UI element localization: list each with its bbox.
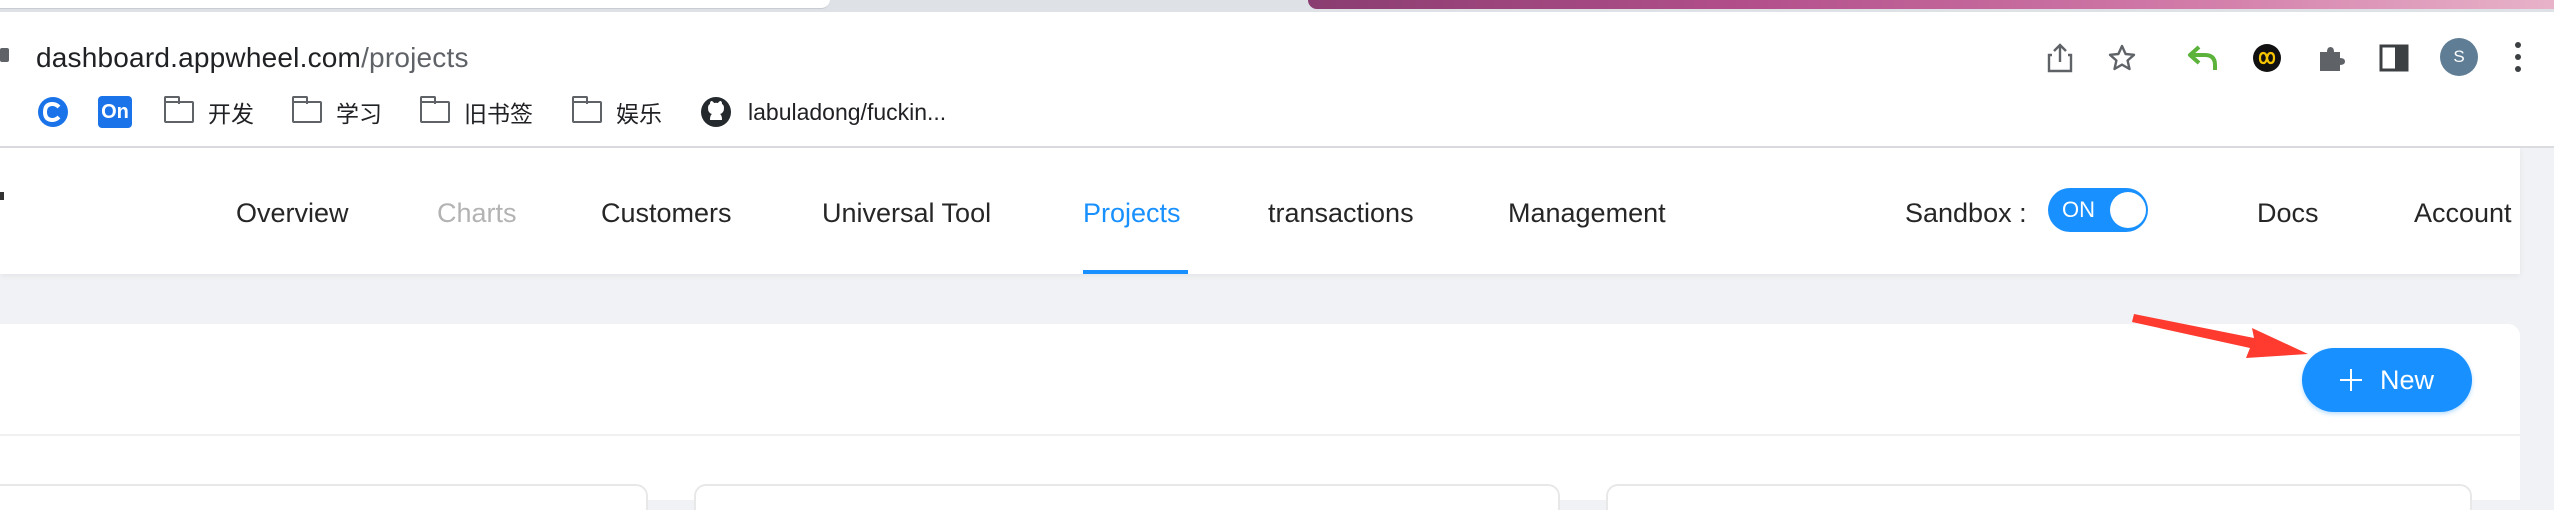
bookmark-folder-fun[interactable]: 娱乐	[572, 94, 662, 130]
nav-management[interactable]: Management	[1508, 198, 1666, 229]
new-button-label: New	[2379, 364, 2434, 395]
app-logo[interactable]	[0, 192, 4, 200]
star-icon[interactable]	[2102, 38, 2142, 78]
on-logo-icon: On	[98, 96, 132, 128]
lock-icon[interactable]	[0, 48, 9, 62]
bookmark-label: 娱乐	[616, 101, 662, 127]
nav-transactions[interactable]: transactions	[1268, 198, 1414, 229]
active-tab-indicator	[1083, 270, 1188, 274]
annotation-arrow-icon	[2132, 314, 2308, 358]
bookmark-label: 旧书签	[464, 101, 533, 127]
nav-charts[interactable]: Charts	[437, 198, 517, 229]
bookmark-on[interactable]: On	[98, 94, 132, 130]
project-card[interactable]	[0, 484, 648, 510]
undo-extension-icon[interactable]	[2183, 38, 2223, 78]
browser-tab[interactable]	[0, 0, 830, 9]
card-divider	[0, 434, 2520, 436]
browser-tab-colored[interactable]	[1308, 0, 2554, 9]
toggle-knob	[2110, 192, 2146, 228]
folder-icon	[164, 96, 194, 123]
side-panel-icon[interactable]	[2374, 38, 2414, 78]
url-domain: dashboard.appwheel.com	[36, 42, 362, 73]
project-card[interactable]	[1606, 484, 2472, 510]
project-card[interactable]	[694, 484, 1560, 510]
bookmark-folder-old[interactable]: 旧书签	[420, 94, 533, 130]
bookmark-label: labuladong/fuckin...	[748, 98, 947, 125]
bookmark-folder-dev[interactable]: 开发	[164, 94, 254, 130]
url-field[interactable]: dashboard.appwheel.com/projects	[36, 42, 469, 74]
bookmark-label: 学习	[336, 101, 382, 127]
nav-overview[interactable]: Overview	[236, 198, 349, 229]
github-icon	[701, 97, 731, 127]
profile-avatar[interactable]: S	[2440, 38, 2478, 76]
account-link[interactable]: Account	[2414, 198, 2512, 229]
nav-projects[interactable]: Projects	[1083, 198, 1181, 229]
plus-icon	[2339, 369, 2362, 391]
extensions-puzzle-icon[interactable]	[2311, 38, 2351, 78]
toggle-state-label: ON	[2062, 197, 2095, 222]
nav-customers[interactable]: Customers	[601, 198, 732, 229]
bookmark-github[interactable]: labuladong/fuckin...	[700, 94, 946, 130]
bookmark-c-icon[interactable]	[36, 94, 70, 130]
folder-icon	[292, 96, 322, 123]
bookmark-label: 开发	[208, 101, 254, 127]
browser-tab-strip	[0, 0, 2554, 12]
bookmark-partial-icon[interactable]	[0, 94, 6, 130]
infinity-extension-icon[interactable]	[2247, 38, 2287, 78]
nav-universal-tool[interactable]: Universal Tool	[822, 198, 991, 229]
bookmark-folder-study[interactable]: 学习	[292, 94, 382, 130]
more-menu-icon[interactable]	[2514, 42, 2522, 72]
sandbox-toggle[interactable]: ON	[2048, 188, 2148, 232]
folder-icon	[420, 96, 450, 123]
share-icon[interactable]	[2040, 38, 2080, 78]
browser-address-bar: dashboard.appwheel.com/projects S	[0, 12, 2554, 80]
new-project-button[interactable]: New	[2302, 348, 2472, 412]
docs-link[interactable]: Docs	[2257, 198, 2319, 229]
app-header: Overview Charts Customers Universal Tool…	[0, 148, 2554, 276]
url-path: /projects	[361, 42, 469, 73]
bookmarks-bar: On 开发 学习 旧书签 娱乐 labuladong/fuckin...	[0, 80, 2554, 148]
sandbox-label: Sandbox :	[1905, 198, 2027, 228]
folder-icon	[572, 96, 602, 123]
